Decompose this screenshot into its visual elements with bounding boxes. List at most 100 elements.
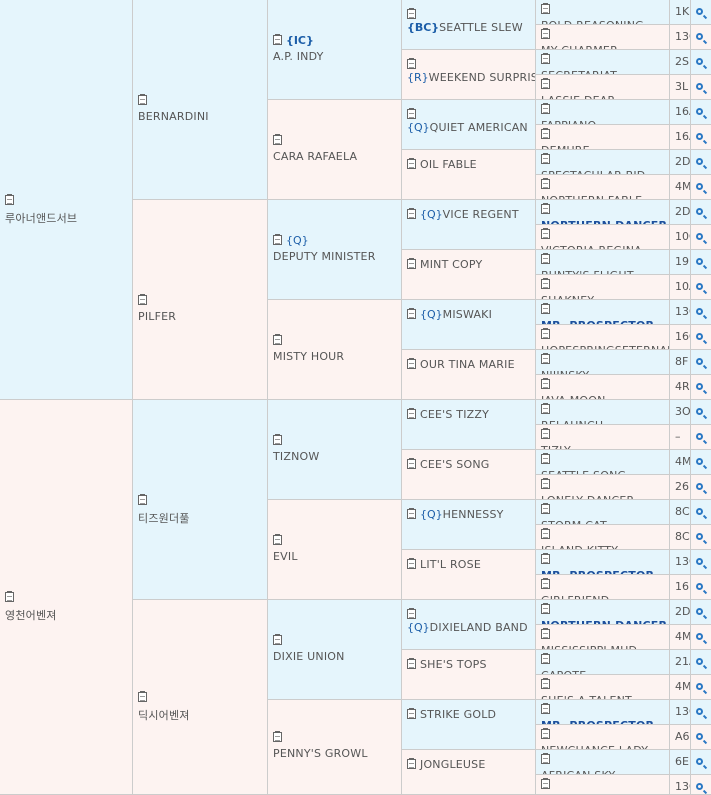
- clipboard-icon[interactable]: [273, 633, 282, 645]
- magnifier-icon[interactable]: [696, 608, 703, 615]
- horse-name-link[interactable]: OUR TINA MARIE: [420, 358, 515, 371]
- magnifier-icon[interactable]: [696, 258, 703, 265]
- magnifier-icon[interactable]: [696, 458, 703, 465]
- search-button[interactable]: [691, 550, 711, 575]
- search-button[interactable]: [691, 700, 711, 725]
- search-button[interactable]: [691, 300, 711, 325]
- magnifier-icon[interactable]: [696, 83, 703, 90]
- search-button[interactable]: [691, 325, 711, 350]
- search-button[interactable]: [691, 75, 711, 100]
- magnifier-icon[interactable]: [696, 33, 703, 40]
- magnifier-icon[interactable]: [696, 683, 703, 690]
- horse-name-link[interactable]: BERNARDINI: [138, 110, 265, 123]
- clipboard-icon[interactable]: [541, 153, 550, 164]
- search-button[interactable]: [691, 150, 711, 175]
- horse-name-link[interactable]: PENNY'S GROWL: [273, 747, 399, 760]
- clipboard-icon[interactable]: [138, 93, 147, 105]
- search-button[interactable]: [691, 500, 711, 525]
- magnifier-icon[interactable]: [696, 208, 703, 215]
- clipboard-icon[interactable]: [541, 178, 550, 189]
- clipboard-icon[interactable]: [541, 453, 550, 464]
- clipboard-icon[interactable]: [5, 193, 14, 205]
- horse-name-link[interactable]: CARA RAFAELA: [273, 150, 399, 163]
- magnifier-icon[interactable]: [696, 8, 703, 15]
- horse-name-link[interactable]: PILFER: [138, 310, 265, 323]
- clipboard-icon[interactable]: [273, 33, 282, 45]
- magnifier-icon[interactable]: [696, 233, 703, 240]
- clipboard-icon[interactable]: [273, 333, 282, 345]
- search-button[interactable]: [691, 125, 711, 150]
- magnifier-icon[interactable]: [696, 433, 703, 440]
- clipboard-icon[interactable]: [541, 578, 550, 589]
- clipboard-icon[interactable]: [541, 703, 550, 714]
- magnifier-icon[interactable]: [696, 358, 703, 365]
- horse-name-link[interactable]: CEE'S TIZZY: [420, 408, 489, 421]
- clipboard-icon[interactable]: [541, 278, 550, 289]
- clipboard-icon[interactable]: [541, 528, 550, 539]
- search-button[interactable]: [691, 375, 711, 400]
- magnifier-icon[interactable]: [696, 758, 703, 765]
- clipboard-icon[interactable]: [407, 8, 416, 19]
- magnifier-icon[interactable]: [696, 533, 703, 540]
- clipboard-icon[interactable]: [541, 53, 550, 64]
- horse-name-link[interactable]: VICE REGENT: [443, 208, 519, 221]
- clipboard-icon[interactable]: [407, 708, 416, 719]
- clipboard-icon[interactable]: [407, 108, 416, 119]
- clipboard-icon[interactable]: [407, 508, 416, 519]
- horse-name-link[interactable]: HENNESSY: [443, 508, 504, 521]
- magnifier-icon[interactable]: [696, 558, 703, 565]
- search-button[interactable]: [691, 175, 711, 200]
- clipboard-icon[interactable]: [541, 128, 550, 139]
- clipboard-icon[interactable]: [5, 591, 14, 602]
- search-button[interactable]: [691, 25, 711, 50]
- clipboard-icon[interactable]: [541, 78, 550, 89]
- clipboard-icon[interactable]: [138, 293, 147, 305]
- search-button[interactable]: [691, 725, 711, 750]
- search-button[interactable]: [691, 675, 711, 700]
- clipboard-icon[interactable]: [541, 3, 550, 14]
- magnifier-icon[interactable]: [696, 333, 703, 340]
- horse-name-link[interactable]: DIXIELAND BAND: [430, 621, 528, 634]
- clipboard-icon[interactable]: [273, 731, 282, 742]
- magnifier-icon[interactable]: [696, 733, 703, 740]
- horse-name-link[interactable]: SHE'S TOPS: [420, 658, 487, 671]
- search-button[interactable]: [691, 625, 711, 650]
- clipboard-icon[interactable]: [407, 558, 416, 569]
- search-button[interactable]: [691, 650, 711, 675]
- clipboard-icon[interactable]: [407, 608, 416, 619]
- magnifier-icon[interactable]: [696, 633, 703, 640]
- magnifier-icon[interactable]: [696, 483, 703, 490]
- magnifier-icon[interactable]: [696, 783, 703, 790]
- horse-name-link[interactable]: MISTY HOUR: [273, 350, 399, 363]
- clipboard-icon[interactable]: [407, 58, 416, 69]
- magnifier-icon[interactable]: [696, 308, 703, 315]
- clipboard-icon[interactable]: [541, 428, 550, 439]
- clipboard-icon[interactable]: [273, 133, 282, 145]
- horse-name-link[interactable]: MINT COPY: [420, 258, 482, 271]
- clipboard-icon[interactable]: [273, 233, 282, 245]
- horse-name-link[interactable]: MISWAKI: [443, 308, 492, 321]
- search-button[interactable]: [691, 575, 711, 600]
- clipboard-icon[interactable]: [407, 358, 416, 369]
- horse-name-link[interactable]: QUIET AMERICAN: [430, 121, 528, 134]
- clipboard-icon[interactable]: [541, 228, 550, 239]
- clipboard-icon[interactable]: [407, 208, 416, 219]
- magnifier-icon[interactable]: [696, 383, 703, 390]
- horse-name-link[interactable]: 딕시어벤져: [138, 707, 265, 723]
- magnifier-icon[interactable]: [696, 158, 703, 165]
- clipboard-icon[interactable]: [541, 728, 550, 739]
- horse-name-link[interactable]: CEE'S SONG: [420, 458, 489, 471]
- magnifier-icon[interactable]: [696, 708, 703, 715]
- search-button[interactable]: [691, 475, 711, 500]
- magnifier-icon[interactable]: [696, 133, 703, 140]
- horse-name-link[interactable]: STRIKE GOLD: [420, 708, 496, 721]
- magnifier-icon[interactable]: [696, 408, 703, 415]
- horse-name-link[interactable]: 티즈원더풀: [138, 510, 265, 526]
- magnifier-icon[interactable]: [696, 58, 703, 65]
- clipboard-icon[interactable]: [541, 353, 550, 364]
- horse-name-link[interactable]: TIZNOW: [273, 450, 399, 463]
- clipboard-icon[interactable]: [407, 258, 416, 269]
- horse-name-link[interactable]: DEPUTY MINISTER: [273, 250, 399, 263]
- clipboard-icon[interactable]: [273, 433, 282, 445]
- search-button[interactable]: [691, 750, 711, 775]
